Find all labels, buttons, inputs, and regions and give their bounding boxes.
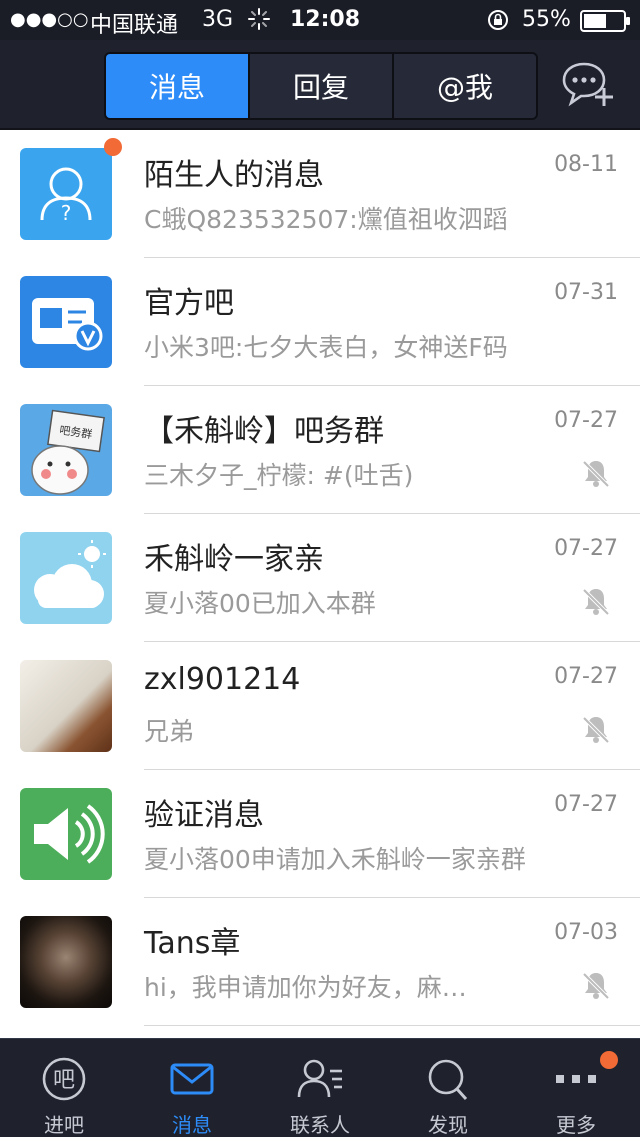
message-segmented-control: 消息 回复 @我: [104, 52, 538, 120]
conversation-name: 禾斛岭一家亲: [144, 542, 324, 577]
rotation-lock-icon: [486, 8, 510, 38]
conversation-preview: 小米3吧:七夕大表白，女神送F码: [144, 333, 508, 362]
conversation-date: 07-03: [554, 920, 618, 945]
tab-bar-label: 更多: [556, 1113, 596, 1137]
svg-text:吧: 吧: [53, 1068, 75, 1093]
tab-bar-item-bars[interactable]: 吧 进吧: [0, 1039, 128, 1137]
conversation-date: 07-27: [554, 792, 618, 817]
conversation-name: 官方吧: [144, 286, 234, 321]
stranger-icon: ?: [20, 148, 112, 240]
svg-text:?: ?: [61, 201, 72, 225]
battery-percent: 55%: [522, 7, 571, 32]
tab-bar-item-discover[interactable]: 发现: [384, 1039, 512, 1137]
clock: 12:08: [290, 7, 361, 32]
carrier-name: 中国联通: [90, 13, 179, 38]
bar-icon: 吧: [40, 1055, 88, 1103]
activity-spinner-icon: [248, 6, 270, 38]
conversation-row[interactable]: 官方吧 小米3吧:七夕大表白，女神送F码 07-31: [0, 258, 640, 386]
conversation-list: ? 陌生人的消息 C蛾Q823532507:爣值祖收泗蹈 08-11 官方吧 小…: [0, 130, 640, 1036]
tab-mentions[interactable]: @我: [394, 54, 536, 118]
official-bar-icon: [20, 276, 112, 368]
conversation-name: 验证消息: [144, 798, 264, 833]
conversation-date: 07-27: [554, 664, 618, 689]
mail-icon: [168, 1055, 216, 1103]
mute-bell-icon: [582, 458, 610, 488]
mute-bell-icon: [582, 970, 610, 1000]
mute-bell-icon: [582, 714, 610, 744]
conversation-date: 07-27: [554, 536, 618, 561]
tab-bar-label: 联系人: [290, 1113, 350, 1137]
group-cartoon-avatar: 吧务群: [20, 404, 112, 496]
tab-bar-label: 消息: [172, 1113, 212, 1137]
conversation-name: zxl901214: [144, 662, 301, 697]
conversation-preview: 夏小落00已加入本群: [144, 589, 376, 618]
photo-avatar: [20, 660, 112, 752]
conversation-row[interactable]: 禾斛岭一家亲 夏小落00已加入本群 07-27: [0, 514, 640, 642]
tab-messages[interactable]: 消息: [106, 54, 250, 118]
conversation-date: 07-31: [554, 280, 618, 305]
bottom-tab-bar: 吧 进吧 消息 联系人 发现 更多: [0, 1038, 640, 1137]
mute-bell-icon: [582, 586, 610, 616]
search-icon: [424, 1055, 472, 1103]
cloud-sun-avatar: [20, 532, 112, 624]
contacts-icon: [296, 1055, 344, 1103]
network-type: 3G: [202, 7, 234, 32]
conversation-name: 【禾斛岭】吧务群: [144, 414, 384, 449]
conversation-preview: hi，我申请加你为好友，麻…: [144, 973, 467, 1002]
chat-add-icon[interactable]: [560, 58, 616, 110]
more-badge-dot: [600, 1051, 618, 1069]
conversation-preview: 三木夕子_柠檬: #(吐舌): [144, 461, 414, 490]
unread-dot: [104, 138, 122, 156]
speaker-icon: [20, 788, 112, 880]
conversation-name: 陌生人的消息: [144, 158, 324, 193]
status-bar: ●●●○○ 中国联通 3G 12:08 55%: [0, 0, 640, 40]
conversation-preview: 夏小落00申请加入禾斛岭一家亲群: [144, 845, 526, 874]
conversation-row[interactable]: ? 陌生人的消息 C蛾Q823532507:爣值祖收泗蹈 08-11: [0, 130, 640, 258]
conversation-row[interactable]: 验证消息 夏小落00申请加入禾斛岭一家亲群 07-27: [0, 770, 640, 898]
conversation-name: Tans章: [144, 926, 241, 961]
tab-bar-item-more[interactable]: 更多: [512, 1039, 640, 1137]
tab-bar-item-contacts[interactable]: 联系人: [256, 1039, 384, 1137]
nav-bar: 消息 回复 @我: [0, 40, 640, 130]
tab-replies[interactable]: 回复: [250, 54, 394, 118]
conversation-row[interactable]: Tans章 hi，我申请加你为好友，麻… 07-03: [0, 898, 640, 1026]
signal-strength: ●●●○○: [10, 9, 89, 30]
row-divider: [144, 1025, 640, 1026]
conversation-date: 08-11: [554, 152, 618, 177]
conversation-preview: 兄弟: [144, 717, 195, 746]
tab-bar-label: 进吧: [44, 1113, 84, 1137]
tab-bar-item-messages[interactable]: 消息: [128, 1039, 256, 1137]
tab-bar-label: 发现: [428, 1113, 468, 1137]
conversation-date: 07-27: [554, 408, 618, 433]
conversation-row[interactable]: 吧务群 【禾斛岭】吧务群 三木夕子_柠檬: #(吐舌) 07-27: [0, 386, 640, 514]
conversation-row[interactable]: zxl901214 兄弟 07-27: [0, 642, 640, 770]
battery-icon: [580, 10, 632, 38]
photo-avatar-dark: [20, 916, 112, 1008]
conversation-preview: C蛾Q823532507:爣值祖收泗蹈: [144, 205, 508, 234]
more-icon: [552, 1055, 600, 1103]
